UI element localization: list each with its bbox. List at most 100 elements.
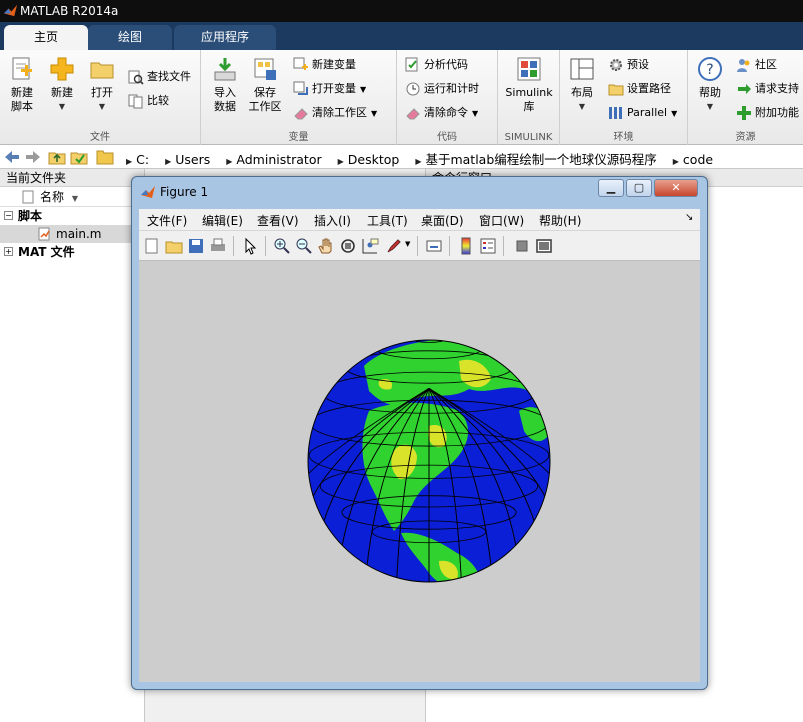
- collapse-icon[interactable]: −: [4, 211, 13, 220]
- close-icon: ✕: [671, 181, 681, 194]
- breadcrumb-item[interactable]: C:: [136, 152, 149, 167]
- current-folder-panel: 当前文件夹 名称 ▼ − 脚本 main.m + MAT 文件: [0, 169, 145, 722]
- zoom-in-icon[interactable]: [273, 237, 291, 255]
- new-figure-icon[interactable]: [143, 237, 161, 255]
- edit-plot-arrow-icon[interactable]: [241, 237, 259, 255]
- environment-group-label: 环境: [613, 132, 634, 143]
- analyze-code-button[interactable]: 分析代码: [405, 55, 468, 75]
- request-support-button[interactable]: 请求支持: [736, 79, 799, 99]
- menu-view[interactable]: 查看(V): [257, 212, 299, 229]
- chevron-down-icon: ▼: [671, 109, 678, 118]
- community-button[interactable]: 社区: [736, 55, 777, 75]
- community-icon: [737, 59, 750, 72]
- tree-group-label: MAT 文件: [18, 245, 75, 259]
- tree-group-mat-files[interactable]: + MAT 文件: [0, 243, 144, 261]
- pan-hand-icon[interactable]: [317, 237, 335, 255]
- set-path-icon: [608, 84, 624, 96]
- find-files-button[interactable]: 查找文件: [128, 67, 191, 87]
- menu-window[interactable]: 窗口(W): [479, 212, 524, 229]
- import-data-label: 导入 数据: [214, 86, 236, 113]
- menu-file[interactable]: 文件(F): [147, 212, 187, 229]
- save-workspace-icon: [254, 58, 276, 80]
- breadcrumb-item[interactable]: 基于matlab编程绘制一个地球仪源码程序: [425, 152, 656, 167]
- parallel-button[interactable]: Parallel ▼: [608, 103, 677, 123]
- ribbon-group-file: 新建 脚本 新建 ▼ 打开 ▼ 查找文件 比较 文件: [0, 50, 201, 145]
- new-variable-button[interactable]: 新建变量: [293, 55, 356, 75]
- tab-home[interactable]: 主页: [4, 25, 88, 50]
- brush-icon[interactable]: [385, 237, 403, 255]
- back-arrow-icon[interactable]: [3, 148, 21, 166]
- open-button[interactable]: 打开 ▼: [84, 56, 120, 114]
- minimize-button[interactable]: ▁: [598, 179, 624, 197]
- breadcrumb-item[interactable]: code: [683, 152, 713, 167]
- maximize-button[interactable]: ▢: [626, 179, 652, 197]
- new-script-button[interactable]: 新建 脚本: [4, 56, 40, 114]
- up-folder-icon[interactable]: [48, 148, 66, 166]
- globe-plot[interactable]: [139, 261, 700, 682]
- eraser-icon: [294, 108, 308, 120]
- data-cursor-icon[interactable]: [361, 237, 379, 255]
- tab-apps[interactable]: 应用程序: [174, 25, 276, 50]
- legend-icon[interactable]: [479, 237, 497, 255]
- layout-icon: [570, 58, 594, 80]
- folder-icon: [96, 150, 114, 165]
- save-workspace-button[interactable]: 保存 工作区: [247, 56, 283, 114]
- set-path-label: 设置路径: [627, 82, 671, 95]
- browse-folder-icon[interactable]: [70, 148, 88, 166]
- new-button[interactable]: 新建 ▼: [44, 56, 80, 114]
- preferences-button[interactable]: 预设: [608, 55, 649, 75]
- breadcrumb-item[interactable]: Desktop: [348, 152, 400, 167]
- print-icon[interactable]: [209, 237, 227, 255]
- expand-icon[interactable]: +: [4, 247, 13, 256]
- open-file-icon[interactable]: [165, 237, 183, 255]
- open-variable-button[interactable]: 打开变量 ▼: [293, 79, 366, 99]
- chevron-down-icon: ▼: [706, 102, 714, 111]
- tree-group-scripts[interactable]: − 脚本: [0, 207, 144, 225]
- forward-arrow-icon[interactable]: [24, 148, 42, 166]
- help-button[interactable]: ? 帮助 ▼: [694, 56, 726, 114]
- colorbar-icon[interactable]: [457, 237, 475, 255]
- rotate-3d-icon[interactable]: [339, 237, 357, 255]
- add-ons-button[interactable]: 附加功能: [736, 103, 799, 123]
- menu-help[interactable]: 帮助(H): [539, 212, 581, 229]
- name-column-label: 名称: [40, 190, 65, 204]
- menu-tools[interactable]: 工具(T): [367, 212, 408, 229]
- menu-edit[interactable]: 编辑(E): [202, 212, 243, 229]
- compare-button[interactable]: 比较: [128, 91, 169, 111]
- new-variable-label: 新建变量: [312, 58, 356, 71]
- simulink-library-button[interactable]: Simulink 库: [502, 56, 556, 114]
- code-group-label: 代码: [437, 132, 457, 143]
- figure-canvas[interactable]: [139, 261, 700, 682]
- show-plot-tools-icon[interactable]: [535, 237, 553, 255]
- breadcrumb-item[interactable]: Administrator: [236, 152, 321, 167]
- ribbon-group-variable: 导入 数据 保存 工作区 新建变量 打开变量 ▼ 清除工作区 ▼ 变量: [201, 50, 397, 145]
- tab-plots[interactable]: 绘图: [88, 25, 172, 50]
- dock-arrow-icon[interactable]: ↘: [685, 212, 693, 223]
- parallel-label: Parallel: [627, 106, 668, 119]
- layout-button[interactable]: 布局 ▼: [566, 56, 598, 114]
- name-column-header[interactable]: 名称 ▼: [0, 187, 144, 207]
- link-plot-icon[interactable]: [425, 237, 443, 255]
- chevron-down-icon[interactable]: ▼: [405, 240, 410, 248]
- clear-workspace-button[interactable]: 清除工作区 ▼: [293, 103, 377, 123]
- run-and-time-button[interactable]: 运行和计时: [405, 79, 479, 99]
- add-ons-icon: [737, 106, 751, 120]
- close-button[interactable]: ✕: [654, 179, 698, 197]
- import-data-button[interactable]: 导入 数据: [207, 56, 243, 114]
- menu-desktop[interactable]: 桌面(D): [421, 212, 464, 229]
- find-files-icon: [128, 70, 144, 85]
- clear-commands-button[interactable]: 清除命令 ▼: [405, 103, 478, 123]
- matlab-logo-icon: [3, 4, 18, 17]
- list-item[interactable]: main.m: [0, 225, 144, 243]
- app-title: MATLAB R2014a: [20, 4, 119, 18]
- hide-plot-tools-icon[interactable]: [513, 237, 531, 255]
- breadcrumb-item[interactable]: Users: [175, 152, 210, 167]
- zoom-out-icon[interactable]: [295, 237, 313, 255]
- breadcrumb-separator-icon: ▶: [165, 157, 172, 166]
- menu-insert[interactable]: 插入(I): [314, 212, 351, 229]
- save-workspace-label: 保存 工作区: [248, 86, 282, 113]
- save-icon[interactable]: [187, 237, 205, 255]
- new-variable-icon: [293, 57, 308, 70]
- set-path-button[interactable]: 设置路径: [608, 79, 671, 99]
- ribbon-tab-bar: 主页 绘图 应用程序: [0, 22, 803, 50]
